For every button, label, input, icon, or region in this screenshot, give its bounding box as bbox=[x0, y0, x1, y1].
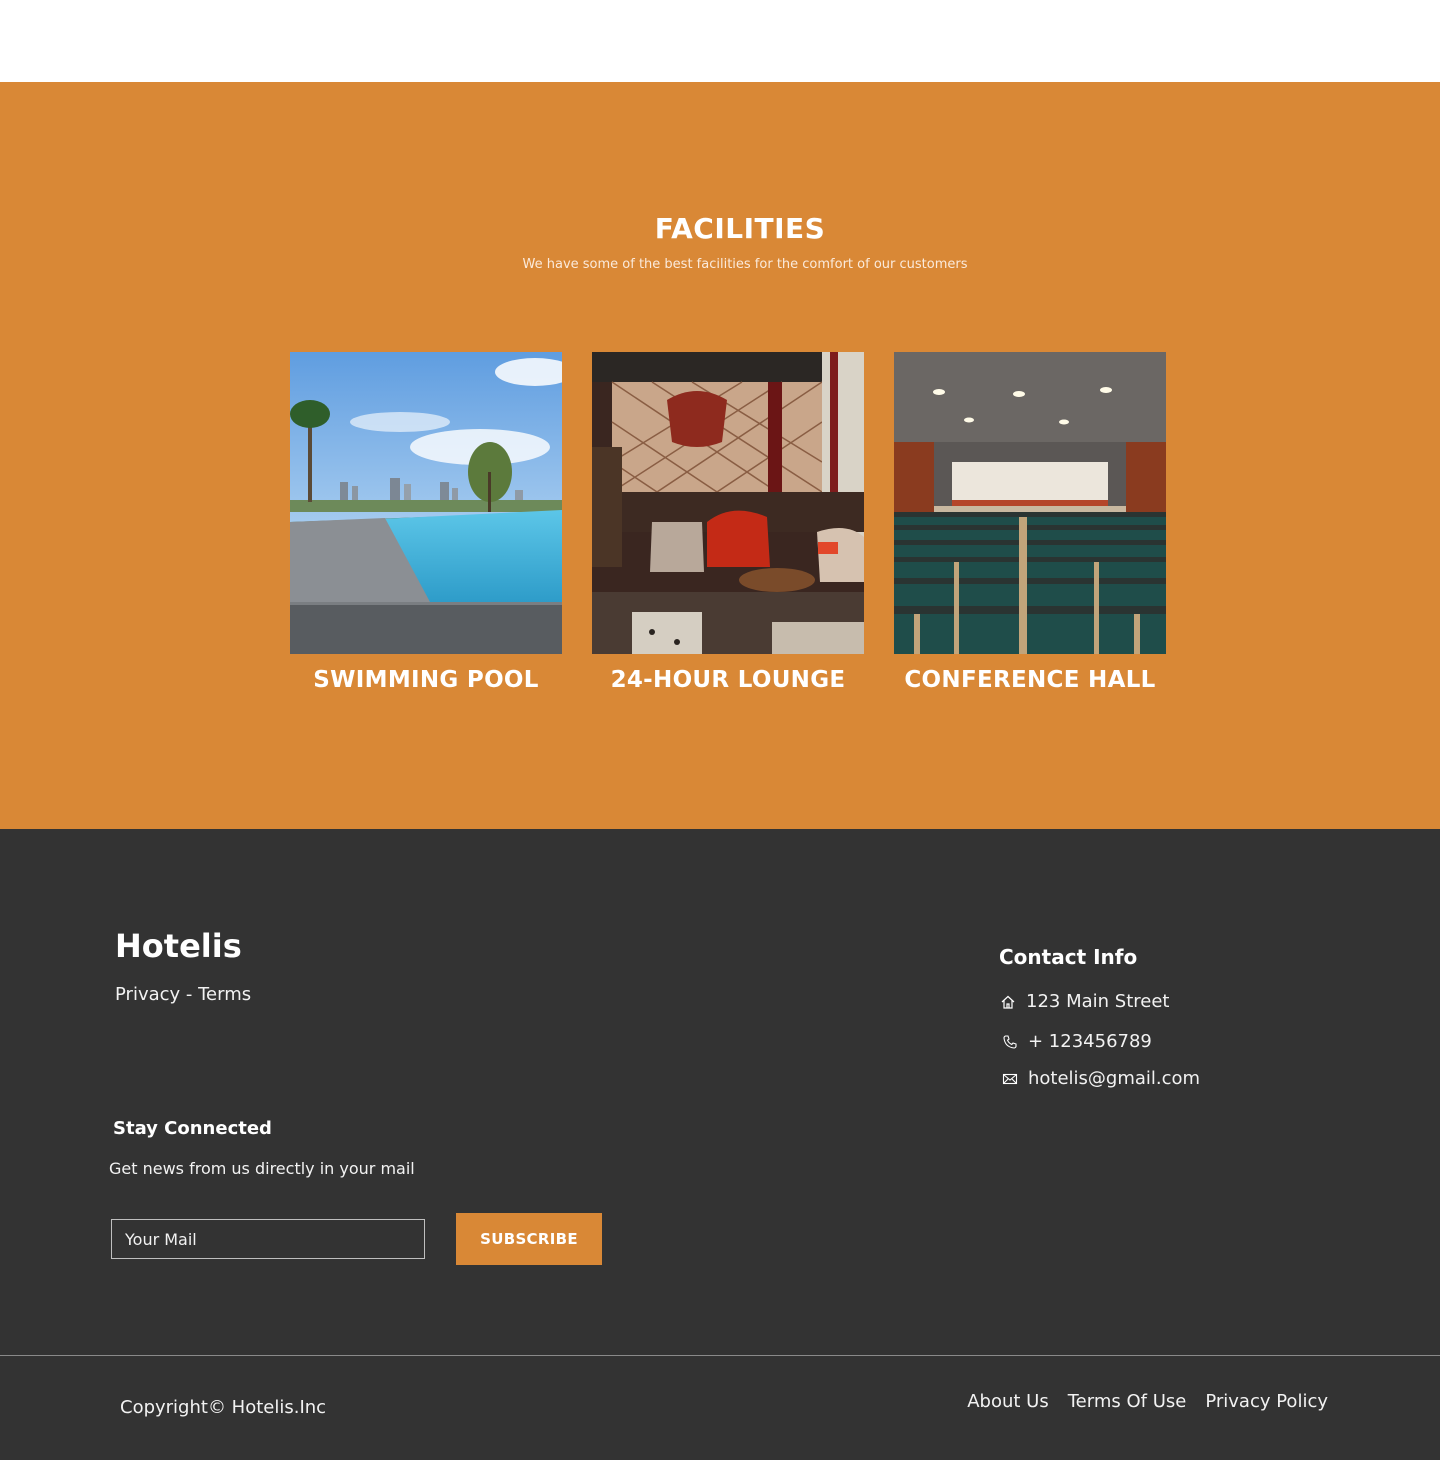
subscribe-button[interactable]: SUBSCRIBE bbox=[456, 1213, 602, 1265]
contact-address-text: 123 Main Street bbox=[1026, 991, 1170, 1012]
footer: Hotelis Privacy - Terms Contact Info 123… bbox=[0, 829, 1440, 1460]
swimming-pool-image bbox=[290, 352, 562, 654]
contact-phone: + 123456789 bbox=[1001, 1031, 1152, 1052]
swimming-pool-label: SWIMMING POOL bbox=[313, 667, 539, 693]
footer-bottom-links: About Us Terms Of Use Privacy Policy bbox=[967, 1391, 1328, 1412]
facility-card-conference-hall[interactable]: CONFERENCE HALL bbox=[894, 352, 1166, 693]
footer-divider bbox=[0, 1355, 1440, 1356]
stay-connected-title: Stay Connected bbox=[113, 1118, 272, 1139]
copyright-text: Copyright© Hotelis.Inc bbox=[120, 1397, 327, 1418]
privacy-terms-link[interactable]: Privacy - Terms bbox=[115, 984, 251, 1005]
top-white-strip bbox=[0, 0, 1440, 82]
footer-brand[interactable]: Hotelis bbox=[115, 927, 242, 965]
facility-card-swimming-pool[interactable]: SWIMMING POOL bbox=[290, 352, 562, 693]
mail-icon bbox=[1001, 1070, 1019, 1088]
privacy-policy-link[interactable]: Privacy Policy bbox=[1205, 1391, 1328, 1412]
contact-address: 123 Main Street bbox=[999, 991, 1169, 1012]
about-us-link[interactable]: About Us bbox=[967, 1391, 1049, 1412]
newsletter-email-input[interactable] bbox=[111, 1219, 425, 1259]
contact-info-title: Contact Info bbox=[999, 945, 1138, 969]
contact-phone-text[interactable]: + 123456789 bbox=[1028, 1031, 1152, 1052]
lounge-label: 24-HOUR LOUNGE bbox=[610, 667, 846, 693]
facility-card-lounge[interactable]: 24-HOUR LOUNGE bbox=[592, 352, 864, 693]
home-icon bbox=[999, 993, 1017, 1011]
contact-email: hotelis@gmail.com bbox=[1001, 1068, 1200, 1089]
stay-connected-subtitle: Get news from us directly in your mail bbox=[109, 1159, 415, 1178]
facilities-subtitle: We have some of the best facilities for … bbox=[522, 257, 968, 272]
facilities-title: FACILITIES bbox=[654, 212, 826, 245]
conference-hall-image bbox=[894, 352, 1166, 654]
facilities-section: FACILITIES We have some of the best faci… bbox=[0, 82, 1440, 829]
lounge-image bbox=[592, 352, 864, 654]
conference-hall-label: CONFERENCE HALL bbox=[904, 667, 1156, 693]
terms-of-use-link[interactable]: Terms Of Use bbox=[1068, 1391, 1187, 1412]
phone-icon bbox=[1001, 1033, 1019, 1051]
contact-email-text[interactable]: hotelis@gmail.com bbox=[1028, 1068, 1200, 1089]
